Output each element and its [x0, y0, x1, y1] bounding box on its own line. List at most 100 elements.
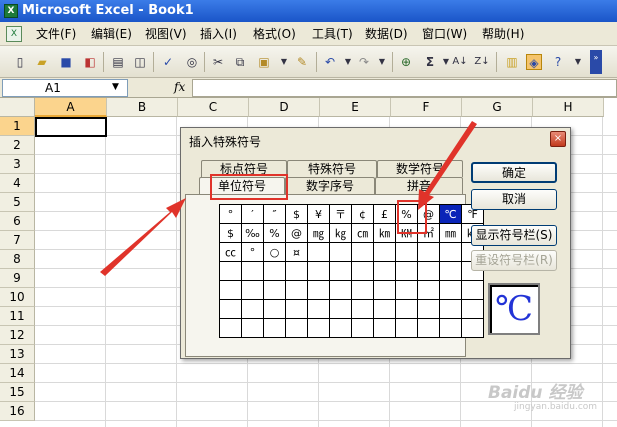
- symbol-cell[interactable]: [373, 299, 396, 319]
- symbol-cell[interactable]: $: [285, 204, 308, 224]
- symbol-cell[interactable]: [263, 318, 286, 338]
- symbol-cell[interactable]: ‰: [241, 223, 264, 243]
- symbol-cell[interactable]: [439, 318, 462, 338]
- symbol-cell[interactable]: [439, 280, 462, 300]
- symbol-cell[interactable]: [285, 261, 308, 281]
- symbol-cell[interactable]: ㎎: [307, 223, 330, 243]
- symbol-cell[interactable]: [307, 242, 330, 262]
- symbol-cell[interactable]: [461, 318, 484, 338]
- symbol-cell[interactable]: °: [219, 204, 242, 224]
- redo-icon[interactable]: ↷: [356, 54, 372, 70]
- symbol-cell[interactable]: °: [241, 242, 264, 262]
- column-header-f[interactable]: F: [391, 98, 462, 117]
- symbol-cell[interactable]: [285, 318, 308, 338]
- row-header-14[interactable]: 14: [0, 364, 35, 383]
- symbol-cell[interactable]: [373, 242, 396, 262]
- row-header-3[interactable]: 3: [0, 155, 35, 174]
- symbol-cell[interactable]: ′: [241, 204, 264, 224]
- close-icon[interactable]: ×: [550, 131, 566, 147]
- symbol-cell[interactable]: @: [417, 204, 440, 224]
- symbol-cell[interactable]: [417, 318, 440, 338]
- symbol-cell[interactable]: ㎏: [329, 223, 352, 243]
- symbol-cell[interactable]: ㏄: [219, 242, 242, 262]
- symbol-cell[interactable]: [285, 280, 308, 300]
- symbol-cell[interactable]: [329, 261, 352, 281]
- row-header-2[interactable]: 2: [0, 136, 35, 155]
- symbol-cell[interactable]: [307, 318, 330, 338]
- symbol-cell[interactable]: ℃: [439, 204, 462, 224]
- symbol-cell[interactable]: [241, 318, 264, 338]
- symbol-cell[interactable]: [395, 261, 418, 281]
- menu-edit[interactable]: 编辑(E): [91, 26, 132, 42]
- symbol-cell[interactable]: [351, 318, 374, 338]
- symbol-cell[interactable]: [417, 280, 440, 300]
- column-header-b[interactable]: B: [107, 98, 178, 117]
- sort-descending-icon[interactable]: Z↓: [474, 54, 490, 70]
- symbol-cell[interactable]: [285, 299, 308, 319]
- symbol-cell[interactable]: [461, 299, 484, 319]
- symbol-cell[interactable]: ¤: [285, 242, 308, 262]
- symbol-cell[interactable]: [219, 261, 242, 281]
- column-header-c[interactable]: C: [178, 98, 249, 117]
- autosum-icon[interactable]: Σ: [422, 54, 438, 70]
- tab-pinyin[interactable]: 拼音: [375, 177, 463, 194]
- row-header-9[interactable]: 9: [0, 269, 35, 288]
- symbol-cell[interactable]: [219, 280, 242, 300]
- symbol-cell[interactable]: ㎞: [373, 223, 396, 243]
- menu-help[interactable]: 帮助(H): [482, 26, 524, 42]
- menu-window[interactable]: 窗口(W): [422, 26, 467, 42]
- symbol-cell[interactable]: [329, 242, 352, 262]
- column-header-g[interactable]: G: [462, 98, 533, 117]
- symbol-cell[interactable]: [263, 299, 286, 319]
- new-icon[interactable]: ▯: [12, 54, 28, 70]
- symbol-cell[interactable]: ㎝: [351, 223, 374, 243]
- paste-dropdown-icon[interactable]: ▼: [276, 54, 292, 70]
- column-header-e[interactable]: E: [320, 98, 391, 117]
- symbol-cell[interactable]: %: [395, 204, 418, 224]
- menu-file[interactable]: 文件(F): [36, 26, 76, 42]
- symbol-cell[interactable]: [417, 242, 440, 262]
- symbol-cell[interactable]: [307, 280, 330, 300]
- symbol-cell[interactable]: [373, 261, 396, 281]
- symbol-cell[interactable]: [439, 242, 462, 262]
- symbol-cell[interactable]: $: [219, 223, 242, 243]
- menu-insert[interactable]: 插入(I): [200, 26, 237, 42]
- name-box-dropdown-icon[interactable]: ▼: [112, 79, 119, 95]
- open-icon[interactable]: ▰: [34, 54, 50, 70]
- row-header-5[interactable]: 5: [0, 193, 35, 212]
- row-header-15[interactable]: 15: [0, 383, 35, 402]
- paste-icon[interactable]: ▣: [256, 54, 272, 70]
- cancel-button[interactable]: 取消: [471, 189, 557, 210]
- hyperlink-icon[interactable]: ⊕: [398, 54, 414, 70]
- chart-wizard-icon[interactable]: ▥: [504, 54, 520, 70]
- tab-punctuation[interactable]: 标点符号: [201, 160, 287, 177]
- menu-tools[interactable]: 工具(T): [312, 26, 353, 42]
- symbol-cell[interactable]: [351, 299, 374, 319]
- column-header-a[interactable]: A: [35, 98, 107, 117]
- symbol-cell[interactable]: ○: [263, 242, 286, 262]
- row-header-12[interactable]: 12: [0, 326, 35, 345]
- print-icon[interactable]: ▤: [110, 54, 126, 70]
- symbol-cell[interactable]: [461, 280, 484, 300]
- symbol-cell[interactable]: %: [263, 223, 286, 243]
- permission-icon[interactable]: ◧: [82, 54, 98, 70]
- symbol-cell[interactable]: [439, 261, 462, 281]
- menu-data[interactable]: 数据(D): [365, 26, 408, 42]
- symbol-cell[interactable]: [329, 299, 352, 319]
- sort-ascending-icon[interactable]: A↓: [452, 54, 468, 70]
- tab-number-sequence[interactable]: 数字序号: [285, 177, 375, 194]
- symbol-cell[interactable]: [263, 261, 286, 281]
- undo-icon[interactable]: ↶: [322, 54, 338, 70]
- symbol-cell[interactable]: [307, 261, 330, 281]
- symbol-cell[interactable]: ㏎: [395, 223, 418, 243]
- row-header-11[interactable]: 11: [0, 307, 35, 326]
- symbol-cell[interactable]: ¢: [351, 204, 374, 224]
- show-symbol-bar-button[interactable]: 显示符号栏(S): [471, 225, 557, 246]
- symbol-cell[interactable]: [263, 280, 286, 300]
- undo-dropdown-icon[interactable]: ▼: [340, 54, 356, 70]
- row-header-10[interactable]: 10: [0, 288, 35, 307]
- name-box[interactable]: A1: [2, 79, 128, 97]
- insert-function-icon[interactable]: fx: [174, 80, 185, 94]
- tab-math-symbols[interactable]: 数学符号: [377, 160, 463, 177]
- column-header-h[interactable]: H: [533, 98, 604, 117]
